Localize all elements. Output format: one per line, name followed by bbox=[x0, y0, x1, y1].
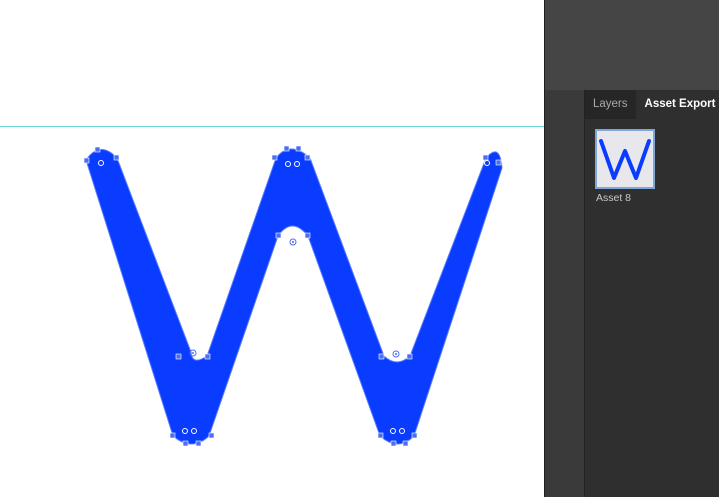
panel-gutter bbox=[545, 90, 584, 497]
asset-label: Asset 8 bbox=[596, 192, 632, 204]
asset-thumbnail[interactable] bbox=[595, 129, 655, 189]
asset-item[interactable]: Asset 8 bbox=[595, 129, 659, 204]
tab-asset-export[interactable]: Asset Export bbox=[635, 90, 719, 119]
panel-tab-bar: Layers Asset Export bbox=[585, 90, 719, 119]
asset-thumbnail-w-glyph bbox=[599, 139, 651, 180]
tab-layers[interactable]: Layers bbox=[585, 90, 636, 119]
asset-export-panel: Layers Asset Export Asset 8 bbox=[584, 90, 719, 497]
artboard-canvas[interactable] bbox=[0, 0, 544, 497]
w-letter-artwork[interactable] bbox=[0, 0, 544, 497]
horizontal-guide[interactable] bbox=[0, 126, 584, 127]
asset-list: Asset 8 bbox=[585, 119, 719, 497]
w-letter-path[interactable] bbox=[85, 148, 503, 445]
